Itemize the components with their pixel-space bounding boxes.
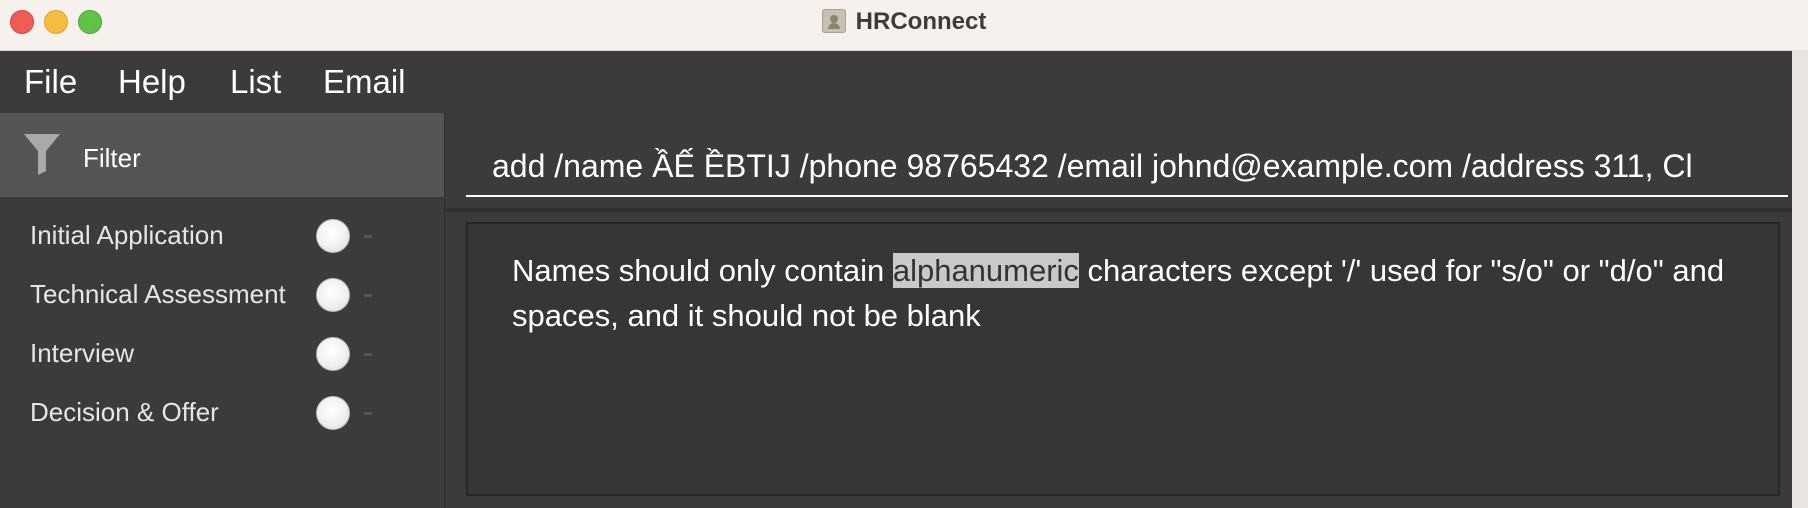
- stage-label: Initial Application: [30, 220, 224, 250]
- funnel-icon: [24, 134, 60, 175]
- filter-label: Filter: [83, 143, 141, 173]
- stage-label: Decision & Offer: [30, 397, 219, 427]
- result-message: Names should only contain alphanumeric c…: [512, 248, 1772, 338]
- command-area: [446, 113, 1792, 208]
- filter-sidebar: Filter Initial Application Technical Ass…: [0, 113, 445, 508]
- app-window: HRConnect File Help List Email Filter In…: [0, 0, 1808, 508]
- stage-label: Technical Assessment: [30, 279, 286, 309]
- result-area: Names should only contain alphanumeric c…: [446, 212, 1792, 508]
- filter-header[interactable]: Filter: [0, 113, 444, 197]
- title-bar: HRConnect: [0, 0, 1808, 51]
- stage-indicator: [364, 353, 372, 356]
- command-box: [466, 123, 1788, 197]
- result-display: Names should only contain alphanumeric c…: [466, 222, 1780, 496]
- stage-filter-interview[interactable]: Interview: [0, 329, 444, 379]
- stage-radio-button[interactable]: [316, 337, 350, 371]
- stage-filter-technical-assessment[interactable]: Technical Assessment: [0, 270, 444, 320]
- result-text-before: Names should only contain: [512, 253, 893, 288]
- window-edge: [1792, 50, 1808, 508]
- stage-radio-button[interactable]: [316, 396, 350, 430]
- stage-radio-button[interactable]: [316, 219, 350, 253]
- stage-indicator: [364, 235, 372, 238]
- window-title: HRConnect: [855, 8, 987, 35]
- stage-indicator: [364, 412, 372, 415]
- result-highlighted-word: alphanumeric: [892, 253, 1079, 288]
- stage-radio-button[interactable]: [316, 278, 350, 312]
- menu-file[interactable]: File: [24, 63, 77, 101]
- menu-list[interactable]: List: [230, 63, 281, 101]
- menu-bar: File Help List Email: [0, 51, 1792, 113]
- menu-email[interactable]: Email: [323, 63, 406, 101]
- app-contacts-icon: [821, 9, 846, 33]
- stage-label: Interview: [30, 338, 135, 368]
- stage-filter-initial-application[interactable]: Initial Application: [0, 211, 444, 261]
- command-input[interactable]: [490, 145, 1784, 187]
- stage-filter-decision-offer[interactable]: Decision & Offer: [0, 388, 444, 438]
- stage-indicator: [364, 294, 372, 297]
- menu-help[interactable]: Help: [118, 63, 186, 101]
- window-title-group: HRConnect: [0, 8, 1808, 36]
